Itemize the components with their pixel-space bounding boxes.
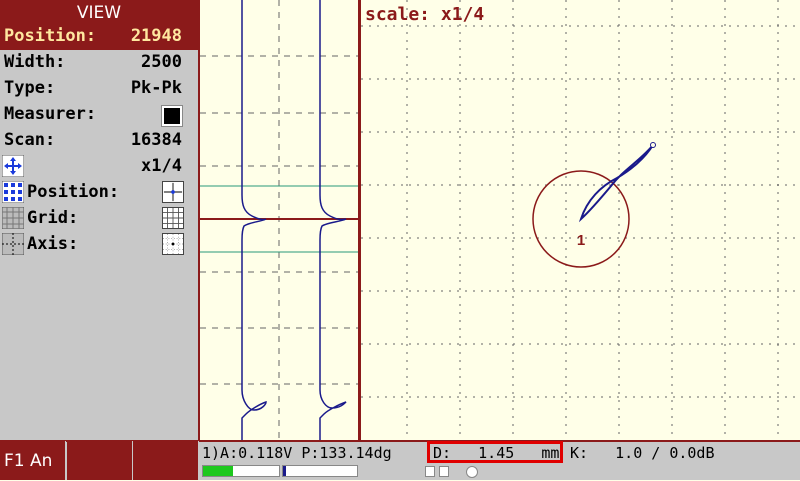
position-label: Position:: [4, 26, 97, 46]
position-value: 21948: [130, 26, 182, 46]
axis-label: Axis:: [27, 234, 79, 254]
measurer-checkbox[interactable]: [161, 105, 183, 127]
f1-button[interactable]: F1 An: [0, 441, 66, 480]
waveform-panel[interactable]: [200, 0, 360, 440]
type-value: Pk-Pk: [130, 78, 182, 98]
width-row[interactable]: Width: 2500: [0, 50, 198, 76]
position-level-marker: [283, 466, 286, 476]
axis-icon[interactable]: [2, 233, 24, 255]
position-row[interactable]: Position: 21948: [0, 24, 198, 50]
move-arrows-icon[interactable]: [2, 155, 24, 177]
scan-value: 16384: [130, 130, 182, 150]
pos-toggle-label: Position:: [27, 182, 120, 202]
grid-row[interactable]: Grid:: [0, 206, 198, 232]
type-label: Type:: [4, 78, 56, 98]
f2-button[interactable]: [67, 441, 133, 480]
amplitude-phase-readout: 1)A:0.118V P:133.14dg: [202, 444, 392, 462]
grid-toggle-icon[interactable]: [162, 207, 184, 229]
scan-row[interactable]: Scan: 16384: [0, 128, 198, 154]
indicator-box-2: [439, 466, 449, 477]
scope-panel[interactable]: 1: [360, 0, 800, 440]
gain-readout: K: 1.0 / 0.0dB: [570, 444, 715, 462]
zoom-row[interactable]: x1/4: [0, 154, 198, 180]
measurer-row[interactable]: Measurer:: [0, 102, 198, 128]
waveform-plot[interactable]: [200, 0, 358, 440]
type-row[interactable]: Type: Pk-Pk: [0, 76, 198, 102]
measurer-label: Measurer:: [4, 104, 97, 124]
marker-label: 1: [577, 232, 585, 249]
trace-endpoint-marker: [650, 142, 656, 148]
axis-row[interactable]: Axis:: [0, 232, 198, 258]
indicator-box-1: [425, 466, 435, 477]
position-level-bar: [282, 465, 358, 477]
signal-level-fill: [203, 466, 234, 476]
grid-icon[interactable]: [2, 207, 24, 229]
status-dot-indicator: [466, 466, 478, 478]
panel-title: VIEW: [0, 0, 198, 24]
signal-level-bar: [202, 465, 280, 477]
scope-plot[interactable]: 1: [361, 0, 800, 440]
crosshair-icon[interactable]: [162, 181, 184, 203]
width-value: 2500: [141, 52, 182, 72]
zoom-value: x1/4: [141, 156, 182, 176]
lissajous-trace: [578, 144, 654, 223]
grid-label: Grid:: [27, 208, 79, 228]
position-toggle-row[interactable]: Position:: [0, 180, 198, 206]
scale-label: scale: x1/4: [365, 4, 485, 25]
f3-button[interactable]: [133, 441, 199, 480]
width-label: Width:: [4, 52, 66, 72]
scan-label: Scan:: [4, 130, 56, 150]
depth-readout: D: 1.45 mm: [433, 444, 560, 462]
dot-grid-icon[interactable]: [2, 181, 24, 203]
axis-toggle-icon[interactable]: [162, 233, 184, 255]
